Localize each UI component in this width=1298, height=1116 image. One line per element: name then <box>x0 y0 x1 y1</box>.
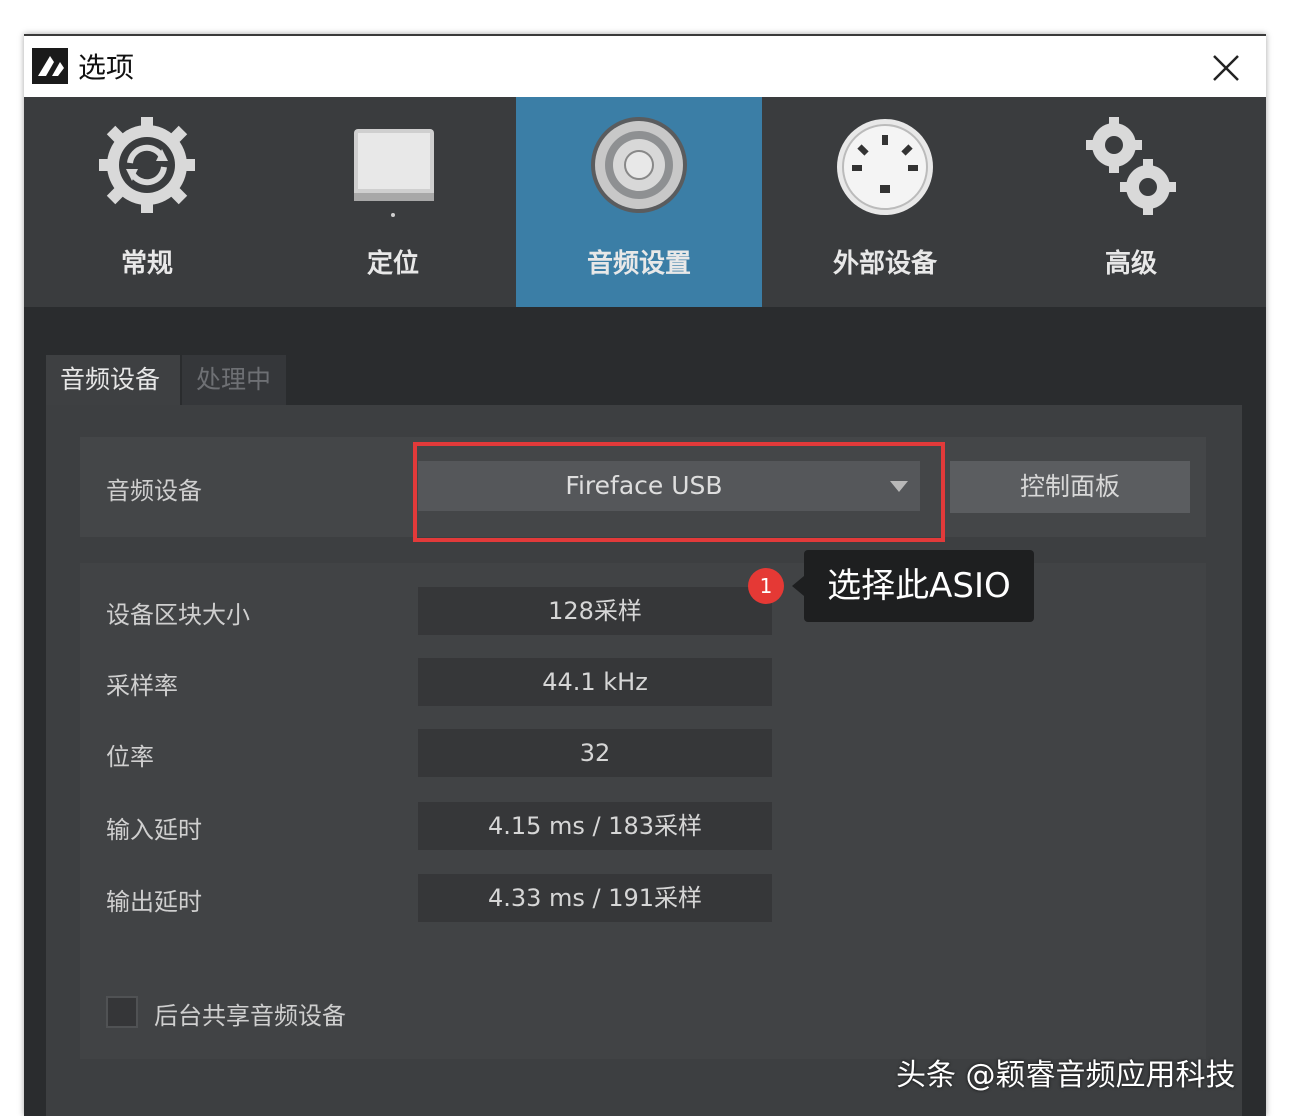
tool-general[interactable]: 常规 <box>24 97 270 307</box>
tool-location[interactable]: 定位 <box>270 97 516 307</box>
block-size-label: 设备区块大小 <box>106 601 250 629</box>
title-bar: 选项 <box>24 34 1266 99</box>
watermark: 头条 @颖睿音频应用科技 <box>896 1058 1236 1093</box>
drive-icon <box>354 129 434 217</box>
control-panel-button[interactable]: 控制面板 <box>950 461 1190 513</box>
bit-depth-field[interactable]: 32 <box>418 729 772 777</box>
sample-rate-label: 采样率 <box>106 672 178 700</box>
window-title: 选项 <box>78 51 135 84</box>
tool-label: 外部设备 <box>832 249 937 279</box>
midi-port-icon <box>837 119 933 215</box>
tab-audio-device[interactable]: 音频设备 <box>46 355 180 405</box>
share-device-label: 后台共享音频设备 <box>154 1002 346 1030</box>
audio-device-dropdown[interactable]: Fireface USB <box>418 461 920 511</box>
chevron-down-icon <box>890 481 908 492</box>
output-latency-label: 输出延时 <box>106 888 202 916</box>
audio-settings-list: 设备区块大小 128采样 采样率 44.1 kHz 位率 32 输入延时 4.1… <box>80 563 1206 1059</box>
speaker-icon <box>591 117 687 213</box>
options-dialog: 选项 常规 定位 音频设置 外部设备 高级 音频设备 处理中 音频设备 Fire… <box>24 34 1266 1116</box>
app-logo-icon <box>32 48 68 84</box>
step-badge: 1 <box>748 568 784 604</box>
output-latency-value: 4.33 ms / 191采样 <box>418 874 772 922</box>
audio-device-value: Fireface USB <box>565 471 723 500</box>
audio-device-panel: 音频设备 Fireface USB 控制面板 设备区块大小 128采样 采样率 … <box>46 405 1242 1116</box>
share-device-checkbox[interactable] <box>106 996 138 1028</box>
tool-audio-settings[interactable]: 音频设置 <box>516 97 762 307</box>
gears-icon <box>1086 117 1176 215</box>
bit-depth-label: 位率 <box>106 743 154 771</box>
tool-label: 定位 <box>366 249 419 279</box>
tool-external-devices[interactable]: 外部设备 <box>762 97 1008 307</box>
sample-rate-field[interactable]: 44.1 kHz <box>418 658 772 706</box>
tab-processing[interactable]: 处理中 <box>182 355 286 405</box>
tool-advanced[interactable]: 高级 <box>1008 97 1254 307</box>
input-latency-label: 输入延时 <box>106 816 202 844</box>
tool-label: 高级 <box>1104 249 1157 279</box>
annotation-callout: 选择此ASIO <box>792 550 1034 622</box>
tool-label: 常规 <box>120 249 173 279</box>
input-latency-value: 4.15 ms / 183采样 <box>418 802 772 850</box>
settings-content: 音频设备 处理中 音频设备 Fireface USB 控制面板 设备区块大小 1… <box>24 307 1266 1116</box>
tool-label: 音频设置 <box>586 249 691 279</box>
category-toolbar: 常规 定位 音频设置 外部设备 高级 <box>24 97 1266 307</box>
audio-device-label: 音频设备 <box>106 477 202 505</box>
close-icon[interactable] <box>1206 48 1246 88</box>
audio-device-row: 音频设备 Fireface USB 控制面板 <box>80 437 1206 537</box>
gear-sync-icon <box>99 117 195 213</box>
block-size-field[interactable]: 128采样 <box>418 587 772 635</box>
